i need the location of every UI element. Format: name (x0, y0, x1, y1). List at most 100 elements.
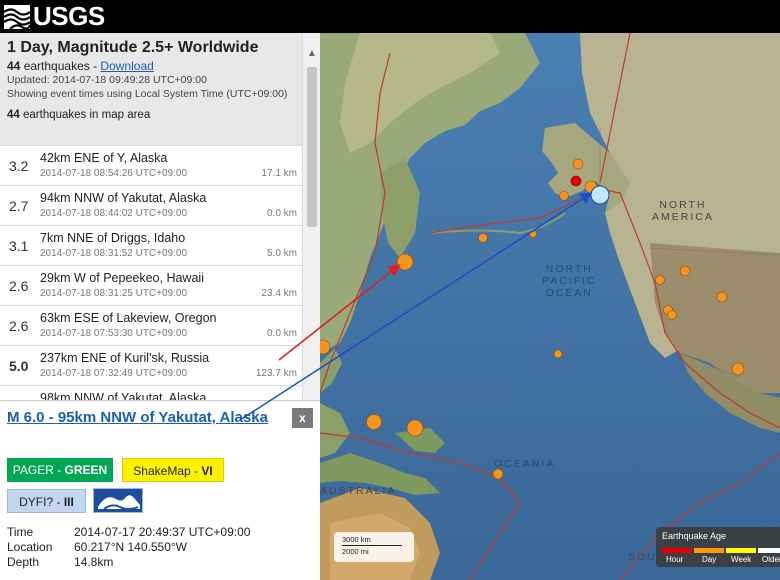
earthquake-marker[interactable] (559, 191, 569, 201)
time-label: Time (7, 525, 34, 539)
app: USGS 1 Day, Magnitude 2.5+ Worldwide 44 … (0, 0, 780, 580)
dyfi-label: DYFI? (19, 495, 54, 509)
legend-label-older: Older (762, 555, 780, 564)
pager-separator: - (53, 463, 65, 477)
place: 7km NNE of Driggs, Idaho (40, 231, 186, 245)
earthquake-marker[interactable] (667, 310, 677, 320)
dyfi-badge[interactable]: DYFI? - III (7, 489, 86, 513)
map-area-count: 44 earthquakes in map area (7, 109, 295, 121)
earthquake-marker[interactable] (655, 275, 665, 285)
earthquake-list-panel: 1 Day, Magnitude 2.5+ Worldwide 44 earth… (0, 33, 320, 400)
earthquake-marker[interactable] (492, 468, 504, 480)
earthquake-marker[interactable] (478, 233, 488, 243)
map-scale: 3000 km 2000 mi (334, 532, 414, 562)
legend-label-hour: Hour (666, 555, 684, 564)
scroll-up-icon[interactable]: ▲ (306, 49, 318, 59)
list-item[interactable]: 2.6 63km ESE of Lakeview, Oregon 2014-07… (0, 305, 302, 345)
magnitude: 3.2 (9, 158, 29, 174)
pager-level: GREEN (64, 463, 108, 477)
legend-label-week: Week (731, 555, 752, 564)
map-canvas[interactable] (320, 33, 780, 580)
pager-label: PAGER (12, 463, 54, 477)
earthquake-marker[interactable] (406, 419, 424, 437)
scale-km: 3000 km (342, 535, 371, 544)
place: 29km W of Pepeekeo, Hawaii (40, 271, 204, 285)
pager-badge[interactable]: PAGER - GREEN (7, 458, 113, 482)
magnitude: 2.7 (9, 198, 29, 214)
tsunami-icon[interactable] (93, 488, 143, 513)
location-row: Location 60.217°N 140.550°W (7, 540, 250, 555)
earthquake-marker[interactable] (716, 291, 728, 303)
depth-label: Depth (7, 555, 40, 569)
scroll-thumb[interactable] (307, 67, 317, 227)
legend-swatch-week (726, 548, 756, 553)
depth: 0.0 km (266, 328, 297, 339)
time-value: 2014-07-17 20:49:37 UTC+09:00 (74, 525, 251, 539)
magnitude: 3.1 (9, 238, 29, 254)
legend-title: Earthquake Age (662, 531, 727, 541)
list-item[interactable]: 98km NNW of Yakutat, Alaska (0, 385, 302, 400)
earthquake-marker[interactable] (553, 349, 563, 359)
top-bar: USGS (0, 0, 780, 33)
earthquake-marker[interactable] (679, 265, 691, 277)
place: 237km ENE of Kuril'sk, Russia (40, 351, 210, 365)
event-detail-panel: M 6.0 - 95km NNW of Yakutat, Alaska x PA… (0, 400, 320, 580)
earthquake-marker[interactable] (572, 158, 584, 170)
depth: 23.4 km (261, 288, 297, 299)
list-item[interactable]: 2.6 29km W of Pepeekeo, Hawaii 2014-07-1… (0, 265, 302, 305)
list-item[interactable]: 3.2 42km ENE of Y, Alaska 2014-07-18 08:… (0, 145, 302, 185)
download-link[interactable]: Download (100, 59, 153, 73)
list-scrollbar[interactable]: ▲ (302, 33, 320, 400)
usgs-wave-icon (4, 4, 30, 29)
shakemap-badge[interactable]: ShakeMap - VI (122, 458, 224, 482)
event-time: 2014-07-18 08:44:02 UTC+09:00 (40, 208, 188, 219)
magnitude: 5.0 (9, 358, 29, 374)
map-area-text: earthquakes in map area (23, 109, 151, 121)
place: 98km NNW of Yakutat, Alaska (40, 391, 207, 400)
legend-swatch-hour (662, 548, 692, 553)
logo-text: USGS (33, 1, 105, 31)
scale-mi: 2000 mi (342, 547, 369, 556)
updated-text: Updated: 2014-07-18 09:49:28 UTC+09:00 (7, 74, 207, 86)
event-time: 2014-07-18 07:32:49 UTC+09:00 (40, 368, 188, 379)
shakemap-label: ShakeMap (133, 464, 191, 478)
earthquake-marker[interactable] (570, 175, 582, 187)
close-button[interactable]: x (292, 408, 313, 428)
feed-title: 1 Day, Magnitude 2.5+ Worldwide (7, 39, 259, 56)
earthquake-age-legend: Earthquake Age Hour Day Week Older (656, 527, 780, 567)
earthquake-marker[interactable] (366, 414, 382, 430)
event-time: 2014-07-18 08:54:26 UTC+09:00 (40, 168, 188, 179)
list-item[interactable]: 2.7 94km NNW of Yakutat, Alaska 2014-07-… (0, 185, 302, 225)
location-value: 60.217°N 140.550°W (74, 540, 188, 554)
shakemap-level: VI (201, 464, 213, 478)
event-time: 2014-07-18 07:53:30 UTC+09:00 (40, 328, 188, 339)
event-time: 2014-07-18 08:31:25 UTC+09:00 (40, 288, 188, 299)
event-title-link[interactable]: M 6.0 - 95km NNW of Yakutat, Alaska (7, 408, 277, 427)
legend-label-day: Day (702, 555, 717, 564)
map-view[interactable]: NORTH AMERICA NORTH PACIFIC OCEAN AUSTRALIA… (320, 33, 780, 580)
earthquake-marker[interactable] (396, 253, 414, 271)
scale-line (342, 545, 402, 546)
count-number: 44 (7, 59, 21, 73)
location-label: Location (7, 540, 53, 554)
time-row: Time 2014-07-17 20:49:37 UTC+09:00 (7, 525, 250, 540)
place: 94km NNW of Yakutat, Alaska (40, 191, 207, 205)
event-info: Time 2014-07-17 20:49:37 UTC+09:00 Locat… (7, 525, 250, 570)
usgs-logo[interactable]: USGS (4, 1, 105, 31)
depth-row: Depth 14.8km (7, 555, 250, 570)
list-item[interactable]: 5.0 237km ENE of Kuril'sk, Russia 2014-0… (0, 345, 302, 385)
depth: 0.0 km (266, 208, 297, 219)
selected-earthquake-marker[interactable] (590, 185, 610, 205)
earthquake-list: 3.2 42km ENE of Y, Alaska 2014-07-18 08:… (0, 145, 302, 400)
label-north-pacific: NORTH PACIFIC OCEAN (542, 263, 597, 299)
earthquake-count: 44 earthquakes - Download (7, 59, 295, 73)
earthquake-marker[interactable] (529, 230, 537, 238)
depth: 5.0 km (266, 248, 297, 259)
dyfi-level: III (63, 495, 74, 509)
list-item[interactable]: 3.1 7km NNE of Driggs, Idaho 2014-07-18 … (0, 225, 302, 265)
earthquake-marker[interactable] (731, 362, 745, 376)
label-oceania: OCEANIA (494, 458, 556, 470)
timezone-note: Showing event times using Local System T… (7, 88, 288, 100)
depth-value: 14.8km (74, 555, 114, 569)
place: 63km ESE of Lakeview, Oregon (40, 311, 217, 325)
